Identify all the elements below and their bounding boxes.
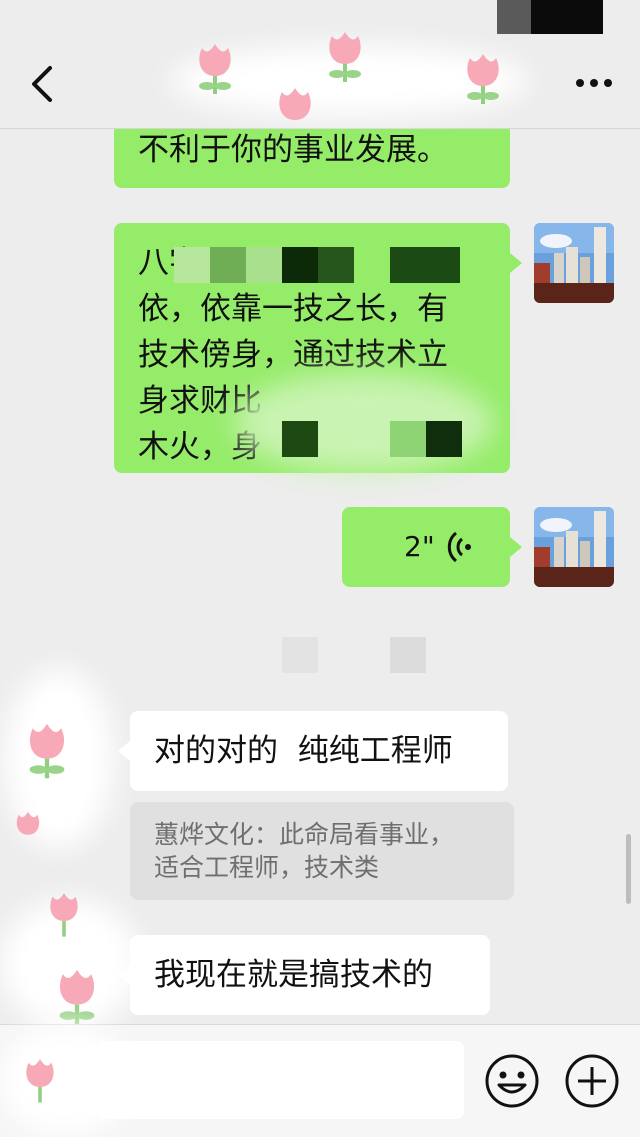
avatar-image <box>534 507 614 587</box>
avatar[interactable] <box>534 223 614 303</box>
bubble-tail <box>510 253 522 273</box>
mosaic-redaction <box>390 247 460 283</box>
mosaic-redaction <box>318 247 354 283</box>
message-line: 技术傍身，通过技术立 <box>138 337 448 373</box>
message-text: 不利于你的事业发展。 <box>138 132 448 168</box>
avatar-image <box>534 223 614 303</box>
received-message-bubble[interactable]: 我现在就是搞技术的 <box>130 935 490 1015</box>
flower-sticker-icon <box>329 32 361 82</box>
status-bar <box>0 0 640 40</box>
flower-sticker-icon <box>59 969 95 1024</box>
mosaic-redaction <box>282 247 318 283</box>
chevron-left-icon[interactable] <box>26 62 62 106</box>
message-text: 我现在就是搞技术的 <box>154 957 433 993</box>
message-text: 对的对的 纯纯工程师 <box>154 733 453 769</box>
mosaic-redaction <box>426 421 462 457</box>
flower-sticker-icon <box>50 893 78 937</box>
quote-line: 适合工程师，技术类 <box>154 853 380 882</box>
flower-sticker-icon <box>29 723 65 779</box>
mosaic-redaction <box>282 637 318 673</box>
scrollbar[interactable] <box>626 834 631 904</box>
bubble-tail <box>118 965 130 985</box>
voice-duration: 2" <box>404 530 435 563</box>
mosaic-redaction <box>174 247 210 283</box>
voice-wave-icon <box>447 531 471 563</box>
flower-sticker-icon <box>16 811 40 835</box>
sent-message-bubble[interactable]: 不利于你的事业发展。 <box>114 129 510 188</box>
mosaic-redaction <box>210 247 246 283</box>
received-message-bubble[interactable]: 对的对的 纯纯工程师 <box>130 711 508 791</box>
status-redaction-block <box>497 0 531 34</box>
mosaic-redaction <box>282 421 318 457</box>
bubble-tail <box>118 741 130 761</box>
input-bar <box>0 1024 640 1137</box>
voice-message-bubble[interactable]: 2" <box>342 507 510 587</box>
flower-sticker-icon <box>26 1059 54 1103</box>
smiley-icon[interactable] <box>484 1053 540 1109</box>
bubble-tail <box>510 537 522 557</box>
sent-message-bubble[interactable]: 八字 依，依靠一技之长，有 技术傍身，通过技术立 身求财比 木火，身 <box>114 223 510 473</box>
flower-sticker-icon <box>467 54 499 104</box>
plus-circle-icon[interactable] <box>564 1053 620 1109</box>
mosaic-redaction <box>390 421 426 457</box>
flower-sticker-icon <box>199 44 231 94</box>
message-input[interactable] <box>96 1041 464 1119</box>
mosaic-redaction <box>390 637 426 673</box>
message-line: 依，依靠一技之长，有 <box>138 291 448 327</box>
avatar[interactable] <box>534 507 614 587</box>
quoted-message[interactable]: 蕙烨文化：此命局看事业， 适合工程师，技术类 <box>130 802 514 900</box>
chat-header <box>0 32 640 129</box>
mosaic-redaction <box>246 247 282 283</box>
more-options-icon[interactable] <box>574 68 614 98</box>
chat-message-list[interactable]: 不利于你的事业发展。 八字 依，依靠一技之长，有 技术傍身，通过技术立 身求财比… <box>0 129 640 1024</box>
status-redaction-block <box>531 0 603 34</box>
quote-line: 蕙烨文化：此命局看事业， <box>154 820 455 849</box>
